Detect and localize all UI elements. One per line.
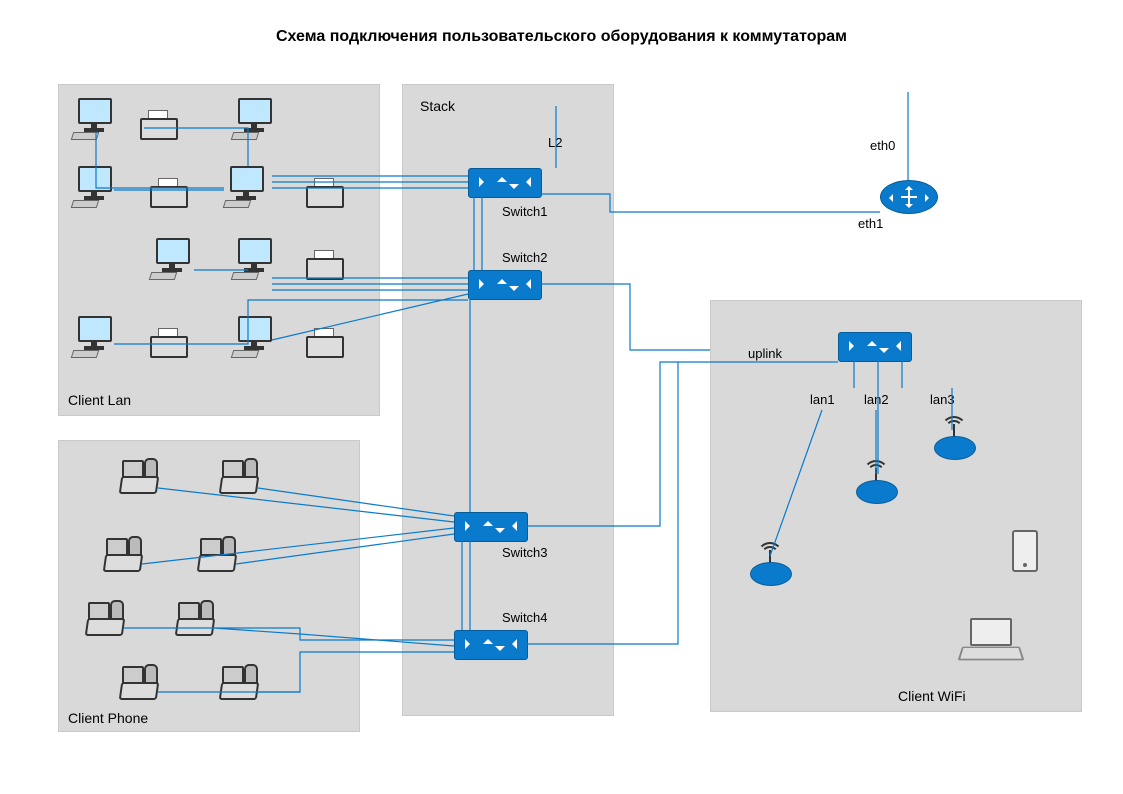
- printer-icon: [306, 178, 340, 208]
- eth1-label: eth1: [858, 216, 883, 231]
- pc-icon: [232, 316, 276, 356]
- switch4-icon: [454, 630, 528, 660]
- wifi-ap-icon: [932, 430, 976, 460]
- laptop-icon: [960, 618, 1020, 660]
- eth0-label: eth0: [870, 138, 895, 153]
- zone-client-phone-label: Client Phone: [68, 710, 148, 726]
- printer-icon: [306, 250, 340, 280]
- pc-icon: [150, 238, 194, 278]
- lan2-label: lan2: [864, 392, 889, 407]
- tablet-icon: [1012, 530, 1038, 572]
- printer-icon: [150, 328, 184, 358]
- zone-client-phone: [58, 440, 360, 732]
- uplink-label: uplink: [748, 346, 782, 361]
- diagram-title: Схема подключения пользовательского обор…: [0, 28, 1123, 46]
- phone-icon: [118, 664, 158, 700]
- pc-icon: [232, 98, 276, 138]
- switch3-label: Switch3: [502, 545, 548, 560]
- wifi-switch-icon: [838, 332, 912, 362]
- pc-icon: [72, 166, 116, 206]
- zone-client-lan-label: Client Lan: [68, 392, 131, 408]
- phone-icon: [218, 458, 258, 494]
- core-router-icon: [880, 180, 938, 214]
- phone-icon: [84, 600, 124, 636]
- switch4-label: Switch4: [502, 610, 548, 625]
- zone-stack-label: Stack: [420, 98, 455, 114]
- switch3-icon: [454, 512, 528, 542]
- lan3-label: lan3: [930, 392, 955, 407]
- printer-icon: [306, 328, 340, 358]
- pc-icon: [72, 98, 116, 138]
- pc-icon: [224, 166, 268, 206]
- pc-icon: [72, 316, 116, 356]
- switch2-label: Switch2: [502, 250, 548, 265]
- l2-label: L2: [548, 135, 562, 150]
- printer-icon: [150, 178, 184, 208]
- phone-icon: [174, 600, 214, 636]
- printer-icon: [140, 110, 174, 140]
- zone-client-wifi-label: Client WiFi: [898, 688, 966, 704]
- phone-icon: [218, 664, 258, 700]
- lan1-label: lan1: [810, 392, 835, 407]
- wifi-ap-icon: [854, 474, 898, 504]
- phone-icon: [196, 536, 236, 572]
- phone-icon: [118, 458, 158, 494]
- switch2-icon: [468, 270, 542, 300]
- wifi-ap-icon: [748, 556, 792, 586]
- switch1-label: Switch1: [502, 204, 548, 219]
- pc-icon: [232, 238, 276, 278]
- switch1-icon: [468, 168, 542, 198]
- phone-icon: [102, 536, 142, 572]
